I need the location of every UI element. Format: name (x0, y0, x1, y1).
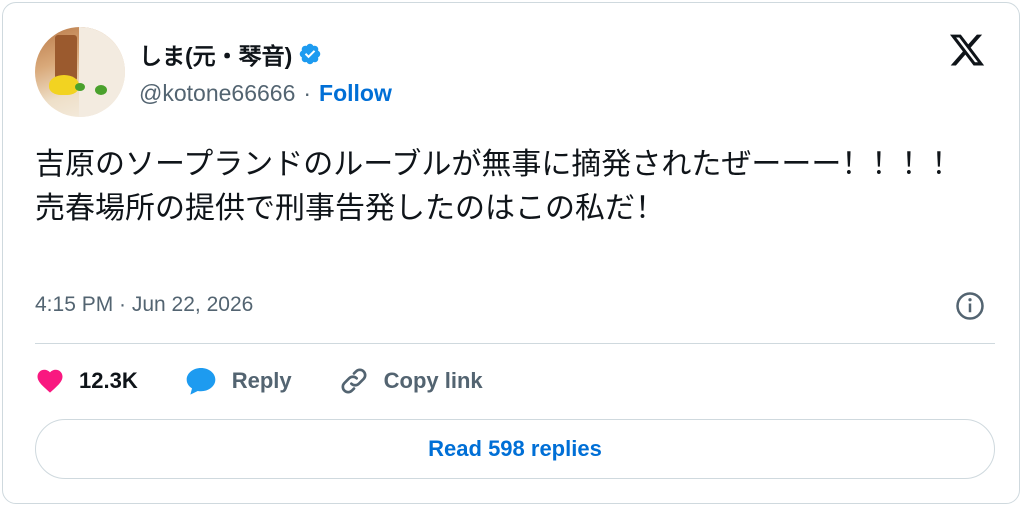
like-count: 12.3K (79, 368, 138, 393)
tweet-card: しま(元・琴音) @kotone66666 · Follow 吉原のソープランド… (2, 2, 1020, 504)
heart-icon (37, 369, 63, 393)
author-handle-row: @kotone66666 · Follow (139, 80, 392, 107)
handle-separator: · (303, 80, 312, 106)
read-replies-button[interactable]: Read 598 replies (35, 419, 995, 479)
avatar[interactable] (35, 27, 125, 117)
avatar-toy-leaf (75, 83, 85, 91)
avatar-wall (79, 27, 125, 117)
info-icon[interactable] (955, 291, 985, 321)
author-display-name[interactable]: しま(元・琴音) (139, 37, 292, 71)
author-handle[interactable]: @kotone66666 (139, 80, 295, 107)
x-logo-icon[interactable] (947, 31, 987, 69)
tweet-timestamp[interactable]: 4:15 PM · Jun 22, 2026 (35, 293, 253, 317)
divider (35, 343, 995, 344)
speech-bubble-icon (186, 368, 216, 395)
like-button[interactable]: 12.3K (35, 366, 138, 396)
link-icon (341, 368, 367, 394)
copy-link-button[interactable]: Copy link (338, 365, 483, 397)
avatar-toy-leaf-2 (95, 85, 107, 95)
verified-badge-icon (300, 43, 321, 65)
tweet-text: 吉原のソープランドのルーブルが無事に摘発されたぜーーー！！！！ 売春場所の提供で… (35, 148, 962, 225)
follow-button[interactable]: Follow (319, 80, 392, 107)
reply-button[interactable]: Reply (184, 366, 292, 396)
copy-link-label: Copy link (383, 368, 483, 393)
action-bar: 12.3K Reply Copy link (35, 365, 529, 397)
reply-label: Reply (231, 368, 292, 393)
author-name-row: しま(元・琴音) (139, 37, 322, 71)
